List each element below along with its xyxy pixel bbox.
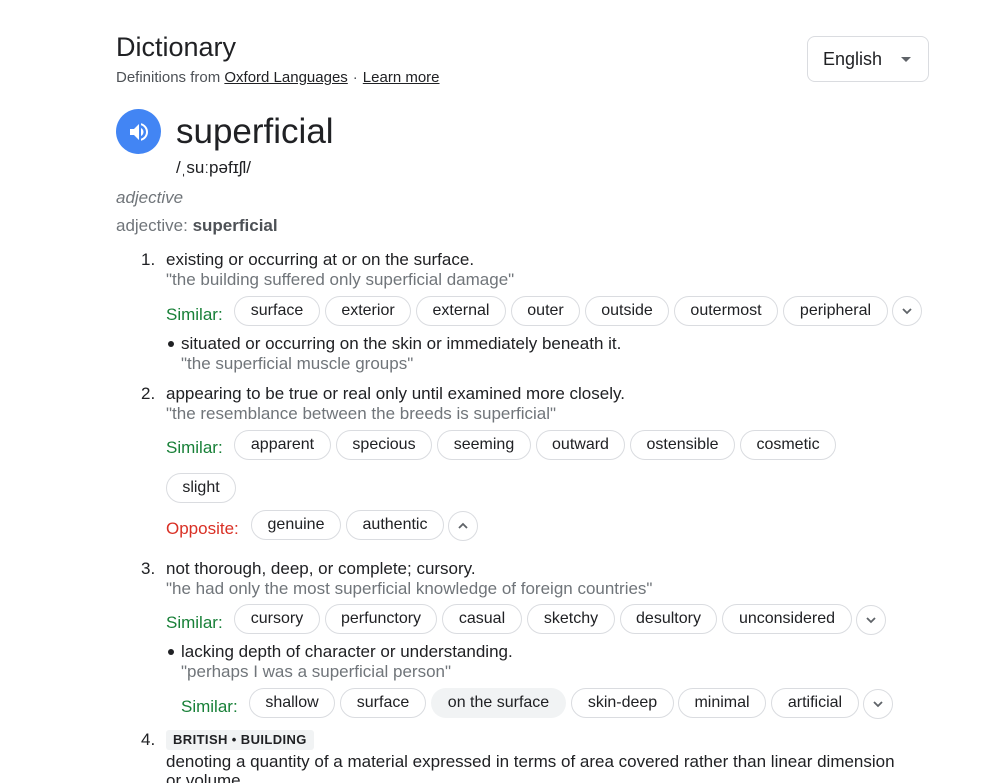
sense-definition: not thorough, deep, or complete; cursory… [166,559,476,578]
synonym-chip[interactable]: sketchy [527,604,615,634]
chevron-down-icon [866,617,876,624]
synonym-chip[interactable]: outer [511,296,580,326]
sense-definition: denoting a quantity of a material expres… [166,752,895,771]
synonym-chip[interactable]: cosmetic [740,430,836,460]
bullet-dot [168,649,174,655]
synonym-chip[interactable]: exterior [325,296,411,326]
separator-dot: · [352,69,358,86]
pos-prefix: adjective [116,216,184,235]
pos-word: superficial [192,216,278,235]
chevron-down-icon [873,701,883,708]
definitions-from-text: Definitions from [116,69,221,86]
sense-number: 1. [141,250,156,269]
synonym-chip[interactable]: unconsidered [722,604,852,634]
synonym-chip[interactable]: cursory [234,604,320,634]
sense-number: 2. [141,384,156,403]
synonym-chip[interactable]: skin-deep [571,688,674,718]
sense-definition: appearing to be true or real only until … [166,384,625,403]
part-of-speech-line: adjective: superficial [116,215,278,236]
part-of-speech-heading: adjective [116,188,184,207]
synonym-chip[interactable]: ostensible [630,430,735,460]
definitions-source-line: Definitions from Oxford Languages · Learn … [116,69,440,87]
dictionary-panel: Dictionary Definitions from Oxford Langu… [0,0,985,783]
synonym-chip[interactable]: apparent [234,430,331,460]
collapse-synonyms-button[interactable] [448,511,478,541]
sense-number: 3. [141,559,156,578]
similar-label: Similar: [181,697,238,716]
phonetic-spelling: /ˌsuːpəfɪʃl/ [176,158,252,177]
similar-label: Similar: [166,305,223,324]
usage-label-tag: BRITISH • BUILDING [166,730,314,750]
synonym-chip[interactable]: outermost [674,296,778,326]
language-select-value: English [823,48,883,69]
sense-definition-continued: or volume. [166,771,246,783]
headword: superficial [176,112,334,151]
learn-more-link[interactable]: Learn more [363,69,440,86]
pos-colon: : [183,216,188,235]
synonym-chip[interactable]: shallow [249,688,335,718]
similar-label: Similar: [166,438,223,457]
dictionary-title: Dictionary [116,32,237,62]
similar-label: Similar: [166,613,223,632]
oxford-languages-link[interactable]: Oxford Languages [224,69,347,86]
synonym-chip[interactable]: surface [340,688,426,718]
subsense-example: "the superficial muscle groups" [181,354,414,373]
sense-example: "the building suffered only superficial … [166,270,515,289]
bullet-dot [168,341,174,347]
synonym-chip[interactable]: outside [585,296,669,326]
synonym-chip[interactable]: external [416,296,506,326]
synonym-chip[interactable]: outward [536,430,625,460]
chevron-up-icon [458,522,468,529]
sense-example: "he had only the most superficial knowle… [166,579,653,598]
subsense-example: "perhaps I was a superficial person" [181,662,452,681]
opposite-label: Opposite: [166,519,239,538]
dropdown-caret-icon [901,57,911,62]
pronunciation-speaker-button[interactable] [116,109,161,154]
speaker-icon [129,122,148,141]
synonym-chip[interactable]: desultory [620,604,717,634]
synonym-chip[interactable]: minimal [678,688,766,718]
synonym-chip[interactable]: seeming [437,430,531,460]
sense-definition: existing or occurring at or on the surfa… [166,250,475,269]
expand-synonyms-button[interactable] [892,296,922,326]
expand-synonyms-button[interactable] [856,605,886,635]
antonym-chip[interactable]: authentic [346,510,444,540]
synonym-chip[interactable]: artificial [771,688,859,718]
synonym-chip[interactable]: casual [442,604,522,634]
synonym-chip[interactable]: specious [336,430,432,460]
synonym-chip[interactable]: slight [166,473,236,503]
synonym-chip[interactable]: perfunctory [325,604,437,634]
synonym-chip[interactable]: peripheral [783,296,888,326]
synonym-chip-highlighted[interactable]: on the surface [431,688,566,718]
chevron-down-icon [902,308,912,315]
sense-example: "the resemblance between the breeds is s… [166,404,557,423]
subsense-definition: lacking depth of character or understand… [181,642,513,661]
synonym-chip[interactable]: surface [234,296,320,326]
antonym-chip[interactable]: genuine [251,510,341,540]
expand-synonyms-button[interactable] [863,689,893,719]
sense-number: 4. [141,730,156,749]
language-select[interactable]: English [807,36,929,82]
subsense-definition: situated or occurring on the skin or imm… [181,334,622,353]
